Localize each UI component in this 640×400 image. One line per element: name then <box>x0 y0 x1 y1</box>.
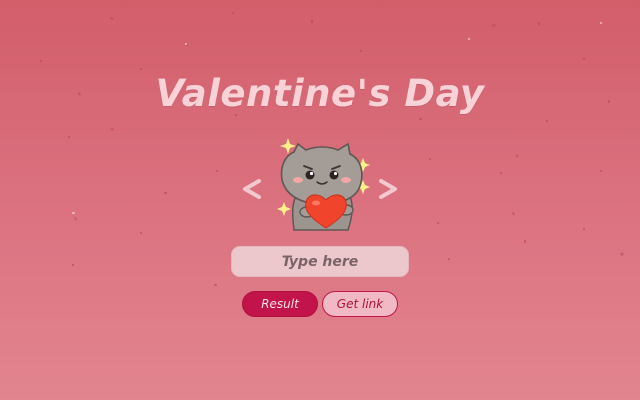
chevron-left-icon <box>243 179 261 199</box>
page-title: Valentine's Day <box>155 72 485 115</box>
name-input[interactable] <box>231 246 409 277</box>
next-sticker-button[interactable] <box>373 168 403 208</box>
chevron-right-icon <box>379 179 397 199</box>
cat-heart-sticker <box>277 138 370 231</box>
get-link-button[interactable]: Get link <box>322 291 398 317</box>
result-button[interactable]: Result <box>242 291 318 317</box>
previous-sticker-button[interactable] <box>237 168 267 208</box>
